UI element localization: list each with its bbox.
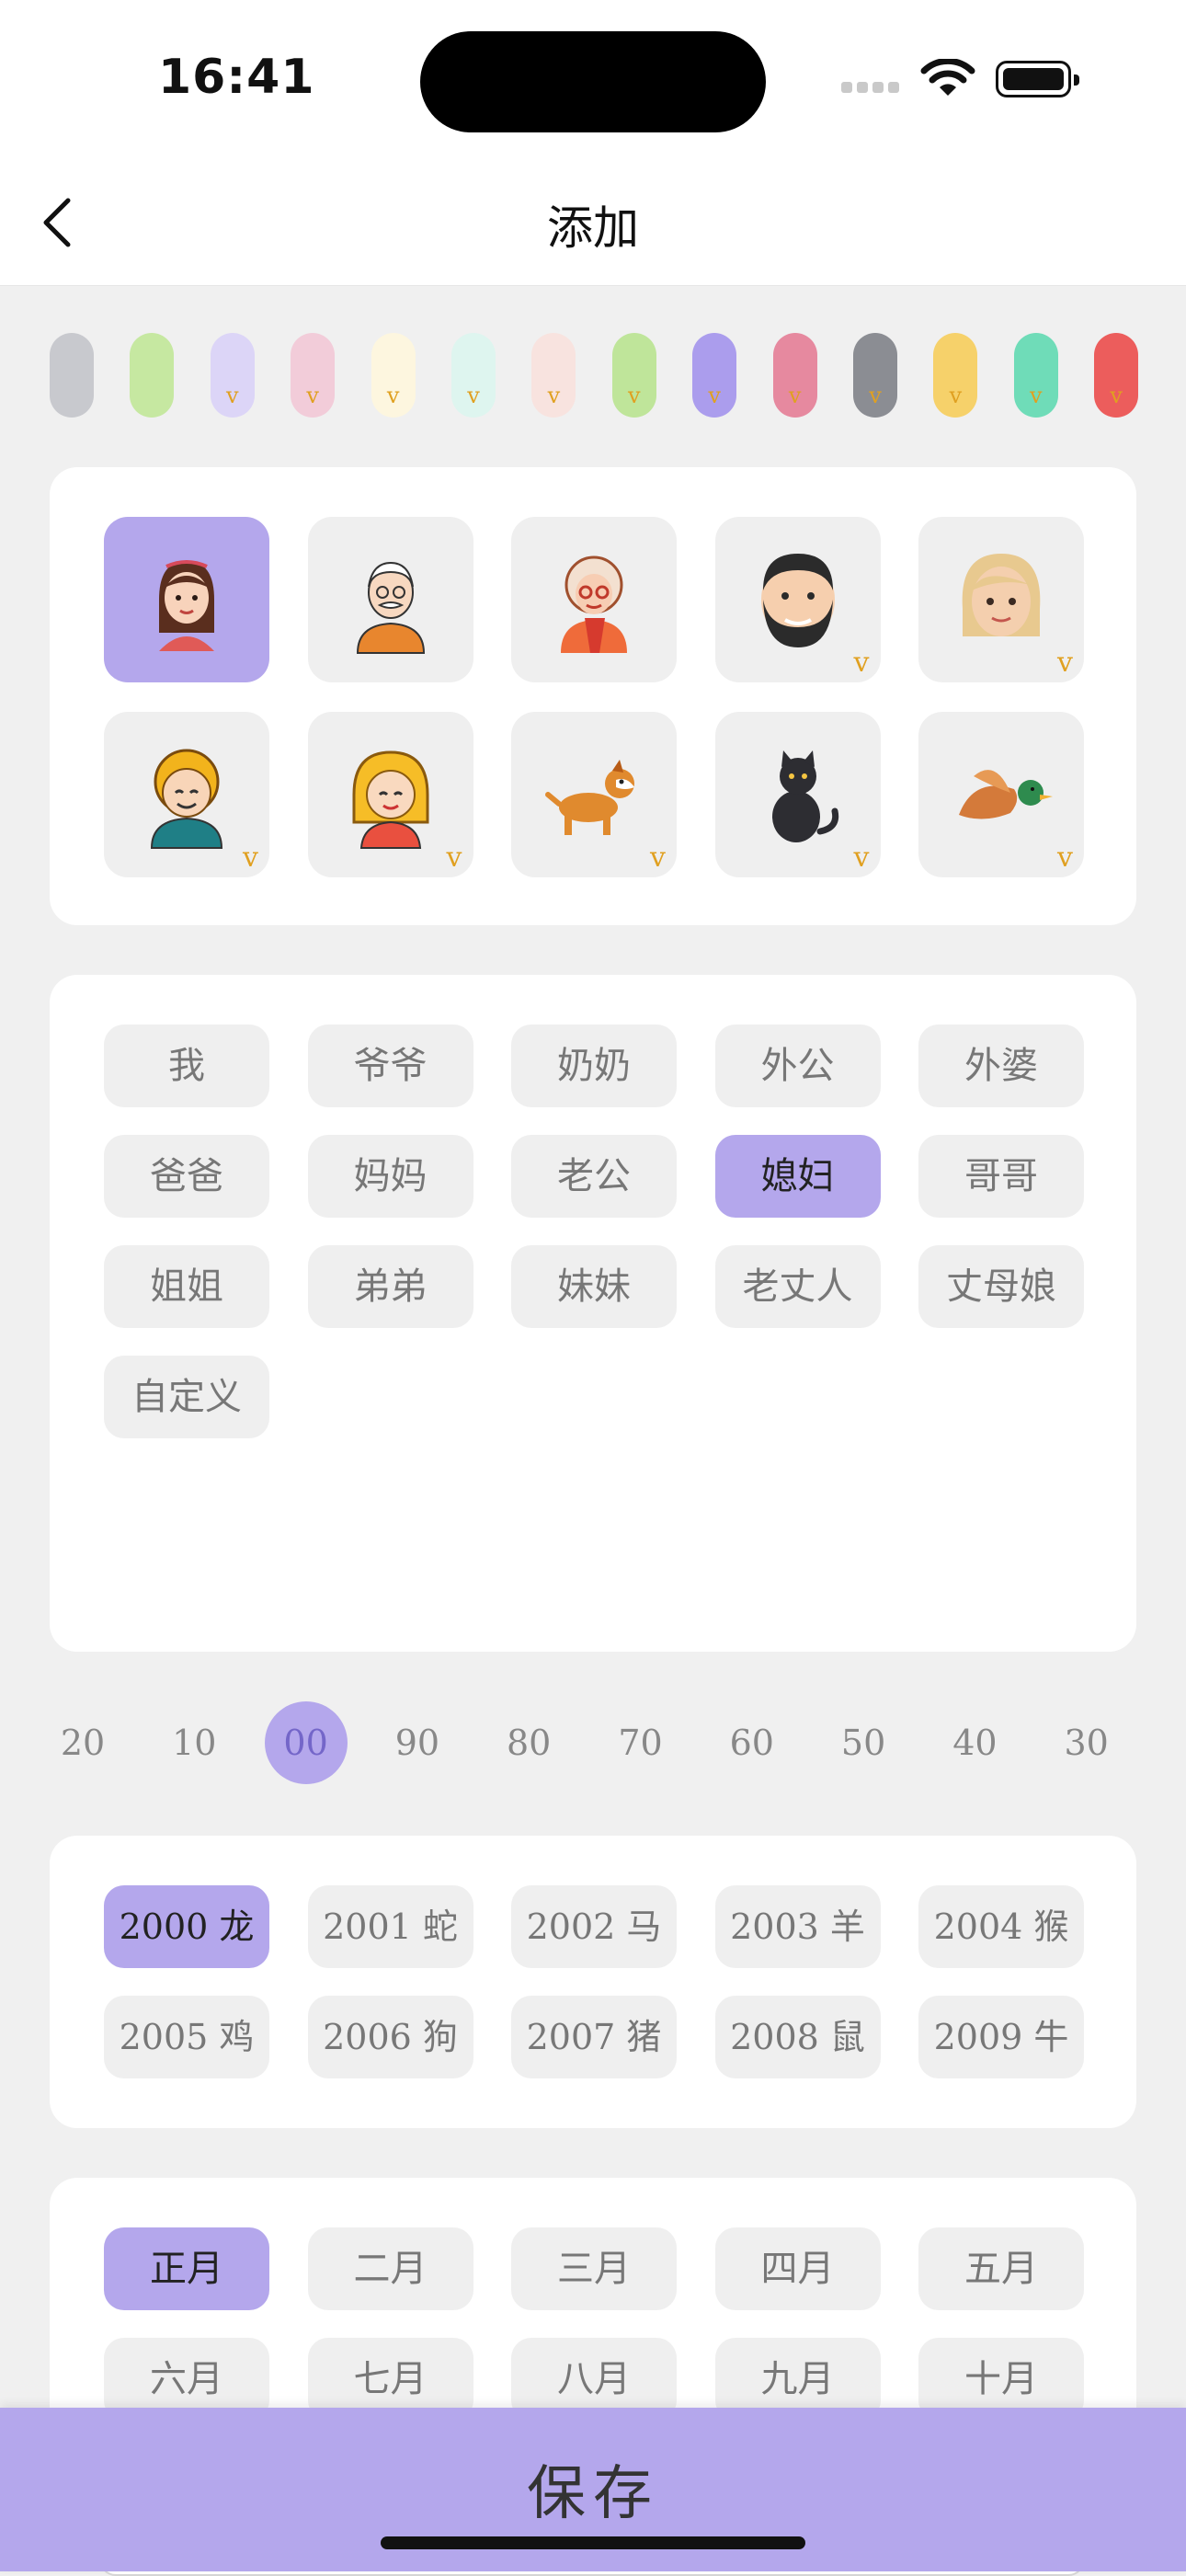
option-chip[interactable]: 外公 (714, 1025, 881, 1107)
option-chip[interactable]: 丈母娘 (918, 1245, 1084, 1328)
decade-option[interactable]: 50 (822, 1701, 905, 1784)
decade-selector: 20 10 00 90 80 70 60 50 40 30 (50, 1700, 1136, 1786)
save-button-label: 保存 (527, 2460, 659, 2528)
dynamic-island (420, 31, 766, 132)
decade-option[interactable]: 60 (711, 1701, 793, 1784)
option-chip[interactable]: 妹妹 (511, 1245, 677, 1328)
color-swatch[interactable] (50, 333, 94, 418)
option-chip[interactable]: 2009 牛 (918, 1996, 1084, 2078)
color-swatch[interactable] (130, 333, 175, 418)
option-chip[interactable]: 2001 蛇 (307, 1885, 473, 1968)
option-chip[interactable]: 妈妈 (307, 1135, 473, 1218)
decade-option[interactable]: 20 (41, 1701, 124, 1784)
premium-badge: v (1057, 841, 1073, 874)
avatar-card: v v v v v v v (50, 467, 1136, 925)
decade-option[interactable]: 00 (264, 1701, 348, 1784)
premium-badge: v (853, 841, 870, 874)
premium-badge: v (949, 383, 963, 408)
option-chip[interactable]: 2004 猴 (918, 1885, 1084, 1968)
home-indicator (381, 2536, 805, 2549)
avatar-option[interactable]: v (714, 517, 881, 682)
option-chip[interactable]: 老丈人 (714, 1245, 881, 1328)
avatar-option[interactable]: v (307, 712, 473, 877)
premium-badge: v (650, 841, 666, 874)
color-swatch[interactable]: v (933, 333, 978, 418)
battery-icon (996, 61, 1079, 97)
color-swatch[interactable]: v (210, 333, 255, 418)
color-swatch[interactable]: v (451, 333, 496, 418)
option-chip[interactable]: 2006 狗 (307, 1996, 473, 2078)
option-chip[interactable]: 老公 (511, 1135, 677, 1218)
nav-bar: 添加 (0, 156, 1186, 286)
premium-badge: v (853, 647, 870, 679)
decade-option[interactable]: 10 (153, 1701, 235, 1784)
color-swatch[interactable]: v (291, 333, 336, 418)
premium-badge: v (467, 383, 480, 408)
status-time: 16:41 (158, 50, 315, 105)
premium-badge: v (306, 383, 319, 408)
avatar-option[interactable]: v (714, 712, 881, 877)
premium-badge: v (1030, 383, 1043, 408)
option-chip[interactable]: 外婆 (918, 1025, 1084, 1107)
status-bar: 16:41 (0, 0, 1186, 156)
option-chip[interactable]: 2003 羊 (714, 1885, 881, 1968)
decade-option[interactable]: 90 (376, 1701, 459, 1784)
relation-card: 我爷爷奶奶外公外婆爸爸妈妈老公媳妇哥哥姐姐弟弟妹妹老丈人丈母娘自定义 媳妇 (50, 975, 1136, 2576)
wifi-icon (919, 57, 976, 103)
premium-badge: v (1057, 647, 1073, 679)
option-chip[interactable]: 爸爸 (104, 1135, 269, 1218)
option-chip[interactable]: 哥哥 (918, 1135, 1084, 1218)
premium-badge: v (547, 383, 561, 408)
option-chip[interactable]: 爷爷 (307, 1025, 473, 1107)
premium-badge: v (708, 383, 721, 408)
premium-badge: v (386, 383, 400, 408)
option-chip[interactable]: 姐姐 (104, 1245, 269, 1328)
color-swatch[interactable]: v (1013, 333, 1058, 418)
premium-badge: v (446, 841, 462, 874)
avatar-option[interactable]: v (104, 712, 269, 877)
color-swatch[interactable]: v (531, 333, 576, 418)
cellular-signal-icon (841, 79, 904, 97)
premium-badge: v (243, 841, 258, 874)
premium-badge: v (628, 383, 641, 408)
decade-option[interactable]: 40 (933, 1701, 1016, 1784)
color-swatch[interactable]: v (772, 333, 817, 418)
option-chip[interactable]: 三月 (511, 2227, 677, 2310)
option-chip[interactable]: 2002 马 (511, 1885, 677, 1968)
color-swatch[interactable]: v (371, 333, 416, 418)
avatar-option[interactable] (307, 517, 473, 682)
option-chip[interactable]: 二月 (307, 2227, 473, 2310)
option-chip[interactable]: 2007 猪 (511, 1996, 677, 2078)
option-chip[interactable]: 弟弟 (307, 1245, 473, 1328)
color-swatch[interactable]: v (1094, 333, 1139, 418)
option-chip[interactable]: 我 (104, 1025, 269, 1107)
option-chip[interactable]: 2008 鼠 (714, 1996, 881, 2078)
avatar-option[interactable]: v (918, 712, 1084, 877)
color-swatch-row: vvvvvvvvvvvv (50, 333, 1144, 418)
color-swatch[interactable]: v (611, 333, 656, 418)
premium-badge: v (869, 383, 882, 408)
year-card: 2000 龙 2001 蛇 2002 马 2003 羊 2004 猴 2005 鸡 2006… (50, 1836, 1136, 2128)
decade-option[interactable]: 70 (599, 1701, 682, 1784)
decade-option[interactable]: 30 (1045, 1701, 1128, 1784)
option-chip[interactable]: 四月 (714, 2227, 881, 2310)
color-swatch[interactable]: v (692, 333, 737, 418)
option-chip[interactable]: 五月 (918, 2227, 1084, 2310)
premium-badge: v (1110, 383, 1123, 408)
premium-badge: v (788, 383, 802, 408)
option-chip[interactable]: 正月 (104, 2227, 269, 2310)
avatar-option[interactable] (511, 517, 677, 682)
avatar-option[interactable] (104, 517, 269, 682)
option-chip[interactable]: 奶奶 (511, 1025, 677, 1107)
decade-option[interactable]: 80 (487, 1701, 570, 1784)
color-swatch[interactable]: v (853, 333, 897, 418)
option-chip[interactable]: 2000 龙 (104, 1885, 269, 1968)
avatar-option[interactable]: v (918, 517, 1084, 682)
avatar-option[interactable]: v (511, 712, 677, 877)
premium-badge: v (226, 383, 239, 408)
option-chip[interactable]: 2005 鸡 (104, 1996, 269, 2078)
page-title: 添加 (547, 201, 639, 255)
option-chip[interactable]: 媳妇 (714, 1135, 881, 1218)
option-chip[interactable]: 自定义 (104, 1356, 269, 1438)
